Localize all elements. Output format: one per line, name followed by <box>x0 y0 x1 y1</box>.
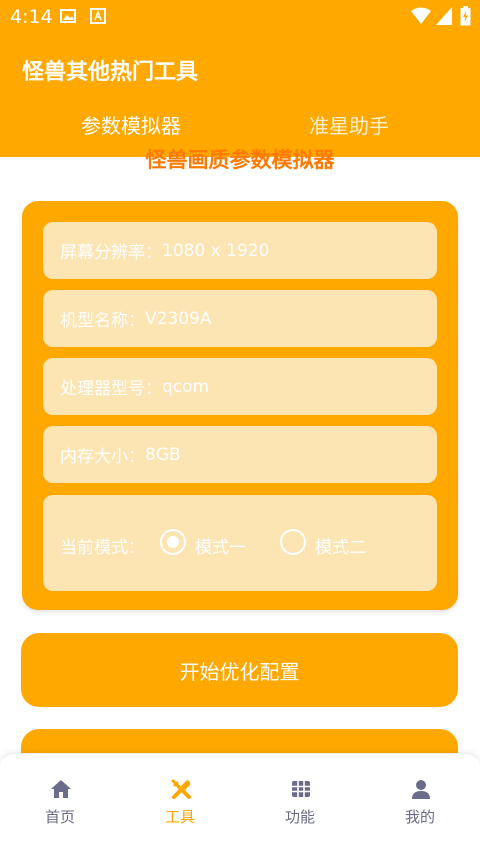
home-icon <box>51 780 71 798</box>
battery-charging-icon <box>460 6 471 26</box>
processor-field[interactable]: 处理器型号： qcom <box>43 358 437 415</box>
status-time: 4:14 <box>10 6 53 28</box>
image-icon <box>60 9 76 23</box>
start-optimize-button[interactable]: 开始优化配置 <box>21 633 458 707</box>
resolution-value: 1080 x 1920 <box>162 240 270 261</box>
mode-one-radio[interactable] <box>160 529 186 555</box>
tab-param-simulator[interactable]: 参数模拟器 <box>11 110 251 139</box>
model-name-value: V2309A <box>145 308 212 329</box>
memory-label: 内存大小： <box>60 447 145 467</box>
app-notification-icon <box>90 8 106 24</box>
mode-selector: 当前模式： 模式一 模式二 <box>43 495 437 591</box>
tab-crosshair-helper[interactable]: 准星助手 <box>229 110 469 139</box>
model-name-label: 机型名称： <box>60 311 145 331</box>
nav-item-home[interactable]: 首页 <box>0 754 120 853</box>
signal-icon <box>436 7 452 25</box>
mode-label: 当前模式： <box>60 538 145 558</box>
processor-label: 处理器型号： <box>60 379 162 399</box>
wifi-icon <box>411 7 431 24</box>
model-name-field[interactable]: 机型名称： V2309A <box>43 290 437 347</box>
nav-label-profile: 我的 <box>404 808 435 826</box>
memory-value: 8GB <box>145 444 181 465</box>
processor-value: qcom <box>162 376 210 397</box>
section-title: 怪兽画质参数模拟器 <box>145 148 335 172</box>
person-icon <box>412 780 430 799</box>
nav-label-tools: 工具 <box>164 808 195 826</box>
device-params-card: 屏幕分辨率： 1080 x 1920 机型名称： V2309A 处理器型号： q… <box>22 201 458 610</box>
app-title: 怪兽其他热门工具 <box>22 60 199 85</box>
memory-field[interactable]: 内存大小： 8GB <box>43 426 437 483</box>
status-bar: 4:14 <box>0 0 480 34</box>
nav-item-tools[interactable]: 工具 <box>120 754 240 853</box>
mode-two-radio[interactable] <box>280 529 306 555</box>
tools-icon <box>171 779 191 799</box>
resolution-field[interactable]: 屏幕分辨率： 1080 x 1920 <box>43 222 437 279</box>
bottom-nav: 首页 工具 功能 我的 <box>0 753 480 853</box>
nav-item-features[interactable]: 功能 <box>240 754 360 853</box>
app-bar: 怪兽其他热门工具 参数模拟器 准星助手 <box>0 34 480 157</box>
mode-one-label[interactable]: 模式一 <box>195 533 246 558</box>
mode-two-label[interactable]: 模式二 <box>315 533 366 558</box>
nav-label-features: 功能 <box>284 808 315 826</box>
grid-icon <box>292 781 310 797</box>
resolution-label: 屏幕分辨率： <box>60 243 162 263</box>
nav-label-home: 首页 <box>44 808 75 826</box>
nav-item-profile[interactable]: 我的 <box>360 754 480 853</box>
